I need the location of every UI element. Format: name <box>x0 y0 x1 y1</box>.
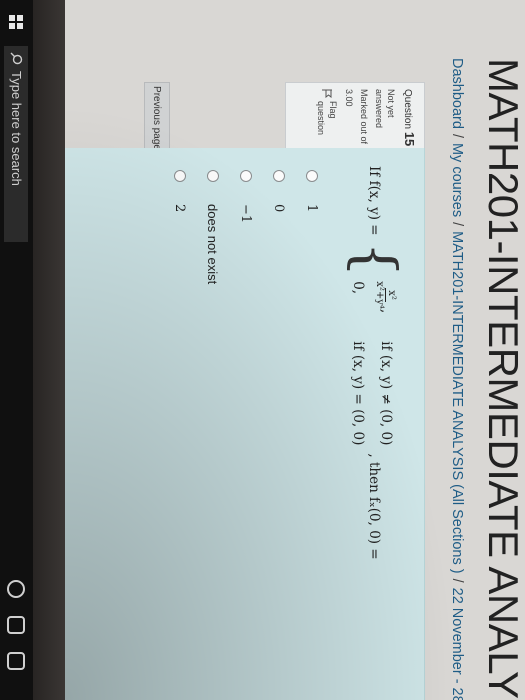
question-lead: If f(x, y) = <box>366 166 382 236</box>
case1-condition: if (x, y) ≠ (0, 0) <box>378 341 394 446</box>
case1-denominator: x²+y⁴ <box>374 281 386 309</box>
answer-label: 0 <box>271 204 287 213</box>
breadcrumb-separator: / <box>449 222 465 227</box>
answer-label: −1 <box>238 204 254 224</box>
previous-page-button[interactable]: Previous page <box>144 82 170 154</box>
flag-question-toggle[interactable]: Flag question <box>315 89 339 147</box>
answer-options: 1 0 −1 does not exist 2 <box>161 170 326 284</box>
radio-button[interactable] <box>240 170 252 182</box>
breadcrumb-week[interactable]: 22 November - 28 Nov <box>449 588 465 700</box>
radio-button[interactable] <box>273 170 285 182</box>
answer-option-neg1[interactable]: −1 <box>232 170 260 284</box>
taskbar-icons <box>7 580 26 670</box>
marked-out-of-label: Marked out of <box>359 89 370 145</box>
case2-condition: if (x, y) = (0, 0) <box>350 341 367 446</box>
question-info-panel: Question 15 Not yet answered Marked out … <box>285 82 425 154</box>
case2-value: 0, <box>350 281 367 295</box>
flag-icon <box>321 89 332 98</box>
case-row-1: x² x²+y⁴, if (x, y) ≠ (0, 0) <box>375 281 398 445</box>
radio-button[interactable] <box>207 170 219 182</box>
answer-label: 1 <box>304 204 320 213</box>
windows-taskbar: Type here to search <box>0 0 33 700</box>
task-view-icon[interactable] <box>7 616 26 634</box>
answer-label: does not exist <box>205 204 221 285</box>
answer-option-dne[interactable]: does not exist <box>199 170 227 284</box>
answer-option-2[interactable]: 2 <box>166 170 194 284</box>
question-tail: , then fₓ(0, 0) = <box>366 453 382 560</box>
search-placeholder: Type here to search <box>9 71 24 186</box>
case1-numerator: x² <box>385 288 398 302</box>
piecewise-brace: { <box>342 241 407 278</box>
breadcrumb: Dashboard / My courses / MATH201-INTERMEDIAT… <box>449 58 465 700</box>
breadcrumb-my-courses[interactable]: My courses <box>449 143 465 217</box>
pinned-app-icon[interactable] <box>7 652 26 670</box>
course-title: MATH201-INTERMEDIATE ANALYSIS (All Sect <box>480 58 525 700</box>
breadcrumb-dashboard[interactable]: Dashboard <box>449 58 465 129</box>
question-label: Question <box>402 89 413 130</box>
piecewise-cases: x² x²+y⁴, if (x, y) ≠ (0, 0) 0, if (x, y)… <box>351 281 398 445</box>
question-formulation: If f(x, y) = { x² x²+y⁴, if (x, y) ≠ (0, … <box>59 148 425 700</box>
case-row-2: 0, if (x, y) = (0, 0) <box>351 281 367 445</box>
start-button[interactable] <box>3 8 31 36</box>
radio-button[interactable] <box>306 170 318 182</box>
question-text: If f(x, y) = { x² x²+y⁴, if (x, y) ≠ (0, … <box>340 166 408 686</box>
flag-question-label: Flag question <box>315 101 338 136</box>
breadcrumb-separator: / <box>449 578 465 583</box>
case1-value: x² x²+y⁴, <box>374 281 398 314</box>
question-number-value: 15 <box>402 131 417 147</box>
question-status: Not yet answered <box>374 89 397 129</box>
taskbar-search[interactable]: Type here to search <box>4 46 29 242</box>
radio-button[interactable] <box>174 170 186 182</box>
marked-out-of-value: 3.00 <box>344 89 355 107</box>
answer-option-0[interactable]: 0 <box>265 170 293 284</box>
breadcrumb-separator: / <box>449 133 465 138</box>
breadcrumb-course[interactable]: MATH201-INTERMEDIATE ANALYSIS (All Secti… <box>449 231 465 573</box>
answer-option-1[interactable]: 1 <box>298 170 326 284</box>
cortana-icon[interactable] <box>7 580 26 598</box>
answer-label: 2 <box>172 204 188 213</box>
search-icon <box>10 52 23 65</box>
moodle-quiz-page: MATH201-INTERMEDIATE ANALYSIS (All Sect … <box>0 0 525 700</box>
windows-logo-icon <box>9 15 24 29</box>
question-number: Question 15 <box>400 89 418 147</box>
